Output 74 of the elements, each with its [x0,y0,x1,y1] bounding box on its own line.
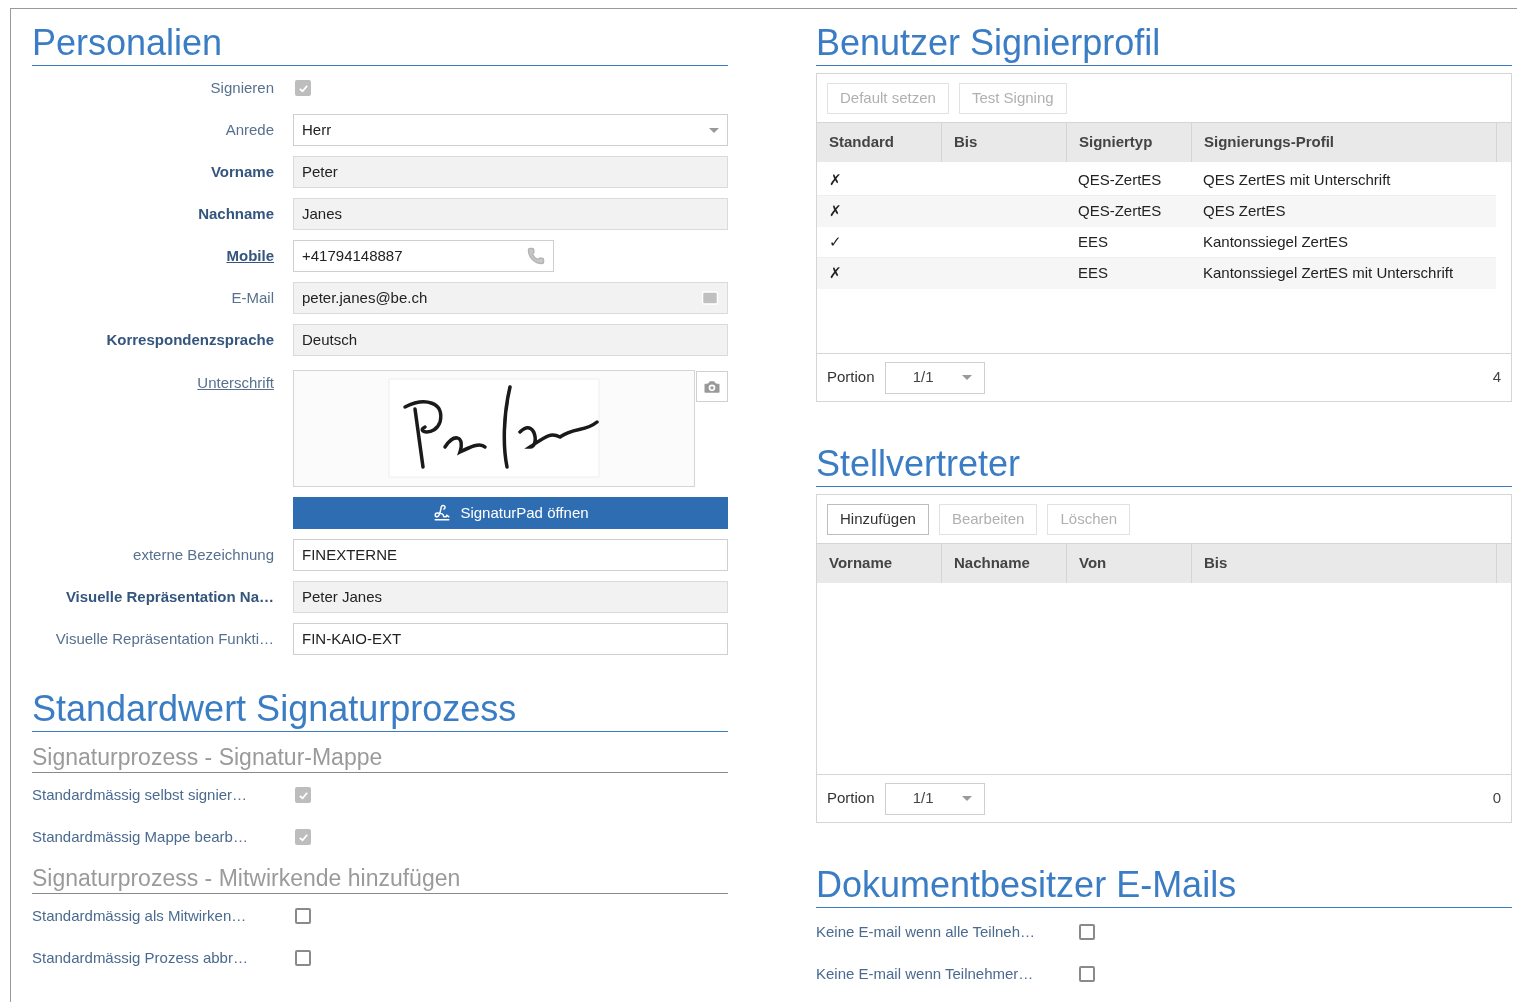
record-count: 4 [1492,367,1501,388]
caret-icon [961,375,972,380]
field-label: E-Mail [231,287,274,308]
input-field[interactable]: Peter Janes [293,581,728,613]
section-heading: Benutzer Signierprofil [816,21,1512,66]
column-header[interactable]: Bis [1191,544,1496,583]
option-label: Keine E-mail wenn Teilnehmer… [816,963,1035,984]
field-link[interactable]: Unterschrift [197,372,274,529]
table-cell-text: QES-ZertES [1077,169,1163,190]
camera-button[interactable] [696,371,728,402]
field-label: Visuelle Repräsentation Funkti… [55,628,274,649]
table-cell-text: ✗ [828,169,843,190]
column-header[interactable]: Von [1066,544,1191,583]
subsection-heading: Signaturprozess - Mitwirkende hinzufügen [32,863,728,894]
input-field[interactable]: Janes [293,198,728,230]
column-header[interactable]: Vorname [817,544,941,583]
check-icon [297,789,309,801]
option-label: Keine E-mail wenn alle Teilneh… [816,921,1036,942]
column-header[interactable]: Nachname [941,544,1066,583]
table-cell-text: Kantonssiegel ZertES [1202,231,1350,252]
field-label: Anrede [225,119,274,140]
select-field[interactable]: Herr [293,114,728,146]
column-header[interactable]: Bis [941,123,1066,162]
option-label: Standardmässig selbst signier… [32,784,249,805]
table-cell-text: QES-ZertES [1077,201,1163,222]
column-header[interactable]: Signiertyp [1066,123,1191,162]
option-label: Standardmässig Mappe bearb… [32,826,249,847]
option-label: Standardmässig Prozess abbr… [32,947,249,968]
table-cell-text: QES ZertES [1202,201,1287,222]
record-count: 0 [1492,788,1501,809]
section-heading: Standardwert Signaturprozess [32,687,728,732]
signature-box[interactable] [293,370,695,487]
field-label: Visuelle Repräsentation Na… [65,586,274,607]
section-heading: Dokumentbesitzer E-Mails [816,863,1512,908]
subsection-heading: Signaturprozess - Signatur-Mappe [32,742,728,773]
table-cell-text: EES [1077,231,1109,252]
table-cell-text: QES ZertES mit Unterschrift [1202,169,1392,190]
input-field[interactable]: FINEXTERNE [293,539,728,571]
option-label: Standardmässig als Mitwirken… [32,905,248,926]
input-field[interactable]: +41794148887 [293,240,554,272]
table-cell-text: ✓ [828,231,843,252]
checkbox[interactable] [1079,924,1095,940]
checkbox[interactable] [295,950,311,966]
table-cell-text: ✗ [828,263,843,284]
field-label: Korrespondenzsprache [106,329,274,350]
table-cell-text: EES [1077,263,1109,284]
caret-icon [961,796,972,801]
checkbox[interactable] [1079,966,1095,982]
table-cell-text: ✗ [828,201,843,222]
field-label: Signieren [210,77,274,98]
field-label: Nachname [198,203,274,224]
field-label: externe Bezeichnung [133,544,274,565]
section-heading: Stellvertreter [816,442,1512,487]
toolbar-button[interactable]: Hinzufügen [827,503,929,535]
table-cell-text: Kantonssiegel ZertES mit Unterschrift [1202,263,1455,284]
signaturpad-button[interactable]: SignaturPad öffnen [293,497,728,529]
caret-icon [709,127,719,133]
portion-label: Portion [827,367,875,388]
checkbox[interactable] [295,908,311,924]
portion-select[interactable]: 1/1 [884,782,985,815]
input-field[interactable]: peter.janes@be.ch [293,282,728,314]
section-heading: Personalien [32,21,728,66]
check-icon [297,82,309,94]
phone-icon [527,247,545,265]
column-header[interactable]: Signierungs-Profil [1191,123,1496,162]
input-field[interactable]: Peter [293,156,728,188]
portion-select[interactable]: 1/1 [884,361,985,394]
field-link[interactable]: Mobile [226,244,274,268]
input-field[interactable]: Deutsch [293,324,728,356]
input-field[interactable]: FIN-KAIO-EXT [293,623,728,655]
portion-label: Portion [827,788,875,809]
check-icon [297,831,309,843]
column-header[interactable]: Standard [817,123,941,162]
field-label: Vorname [210,161,274,182]
